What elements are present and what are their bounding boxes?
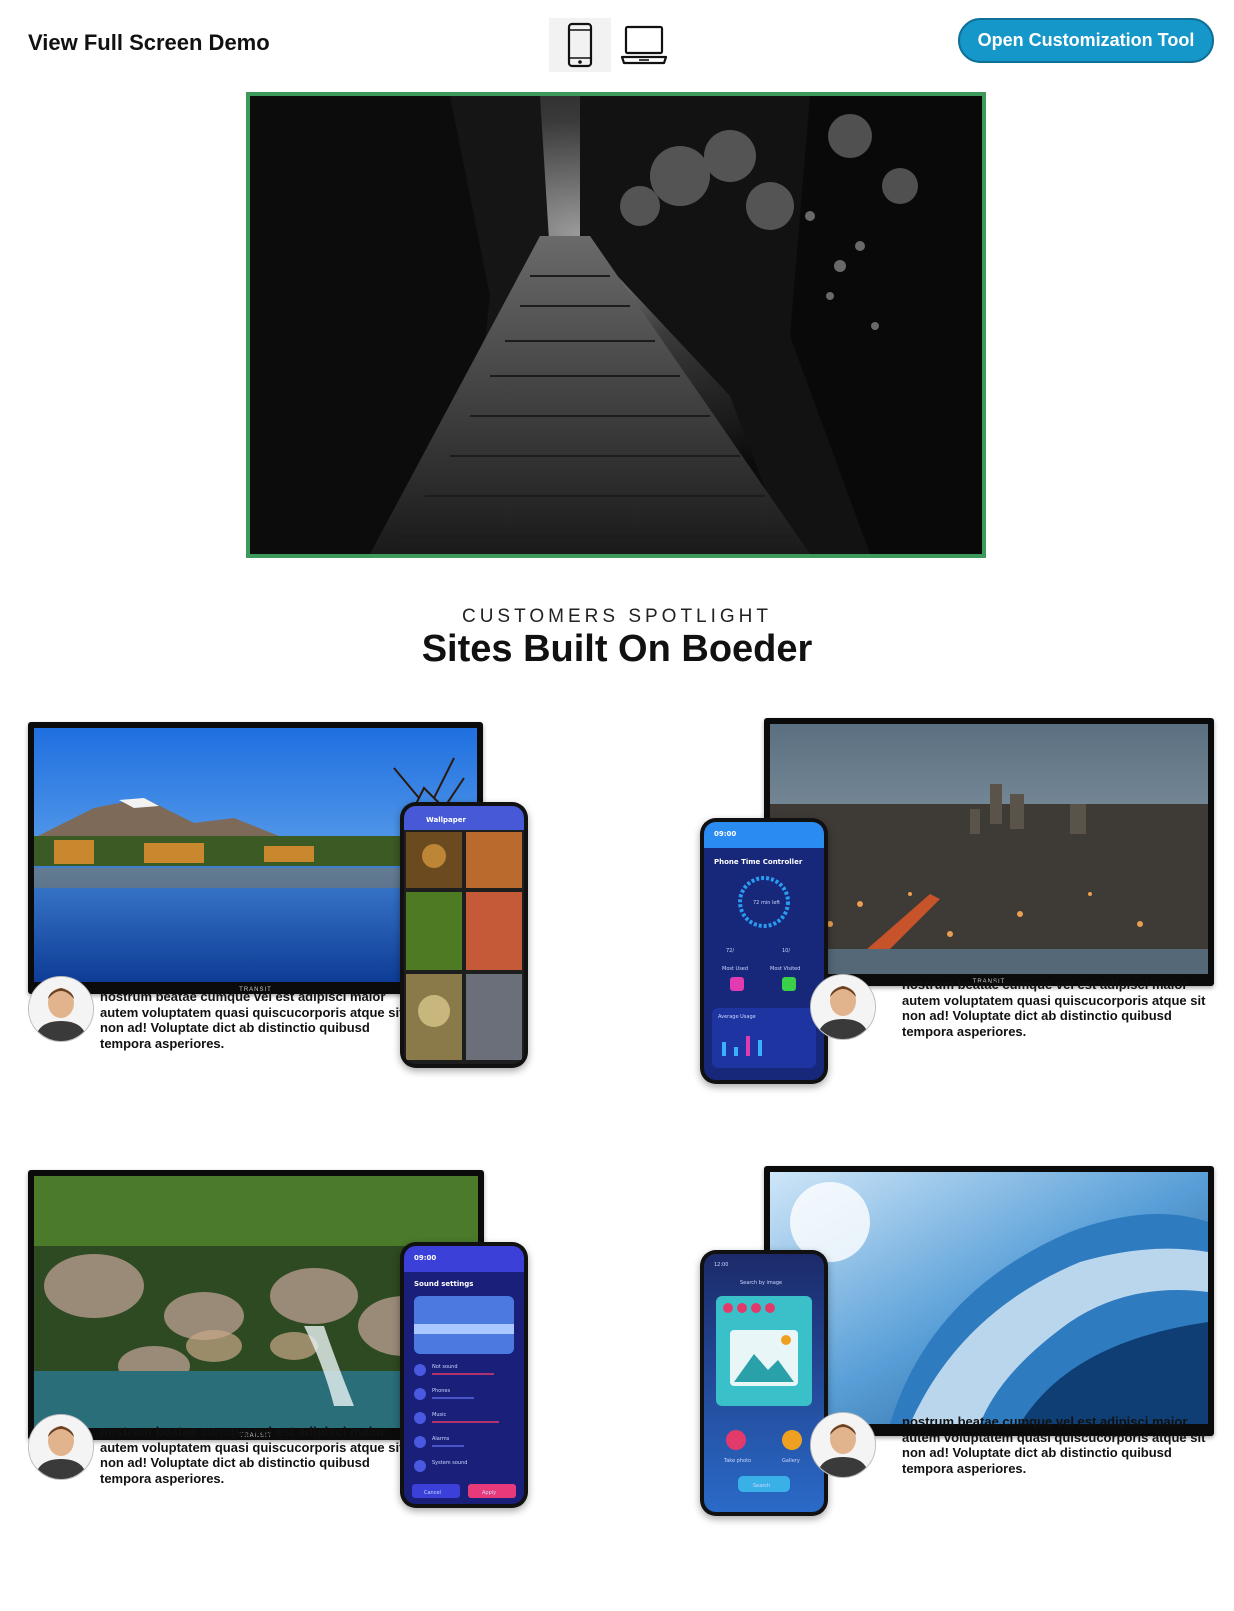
device-switcher — [549, 18, 677, 72]
phone-status-time: 09:00 — [414, 1254, 436, 1262]
usage-label: Average Usage — [718, 1014, 756, 1020]
phone-screen-time-controller-app: 09:00 Phone Time Controller 72 min left … — [704, 822, 824, 1080]
gauge-label: 72 min left — [753, 900, 780, 906]
phone-mockup: Wallpaper — [400, 802, 528, 1068]
testimonial-text: nostrum beatae cumque vel est adipisci m… — [902, 1414, 1206, 1476]
phone-screen-wallpaper-app: Wallpaper — [404, 806, 524, 1064]
sound-row-label: Not sound — [432, 1364, 458, 1370]
search-button-label: Search — [753, 1483, 770, 1489]
phone-app-title: Phone Time Controller — [714, 858, 803, 866]
phone-mockup: 09:00 Sound settings Not sound Phones Mu… — [400, 1242, 528, 1508]
testimonial-text: nostrum beatae cumque vel est adipisci m… — [902, 977, 1206, 1039]
mobile-view-button[interactable] — [549, 18, 611, 72]
avatar — [810, 974, 876, 1040]
view-full-screen-demo-link[interactable]: View Full Screen Demo — [28, 30, 270, 56]
sound-row-label: Alarms — [432, 1436, 450, 1442]
desktop-view-button[interactable] — [611, 18, 677, 72]
stat-b: 10/ — [782, 948, 790, 954]
sound-row-label: Music — [432, 1412, 446, 1418]
laptop-icon — [620, 25, 668, 65]
tv-screen-ocean-wave — [770, 1172, 1208, 1424]
testimonial-text: nostrum beatae cumque vel est adipisci m… — [100, 1424, 404, 1486]
most-used-label: Most Used — [722, 966, 748, 972]
section-title: Sites Built On Boeder — [421, 628, 813, 670]
phone-screen-sound-settings-app: 09:00 Sound settings Not sound Phones Mu… — [404, 1246, 524, 1504]
phone-status-time: 12:00 — [714, 1262, 728, 1268]
avatar — [28, 976, 94, 1042]
sound-row-label: Phones — [432, 1388, 450, 1394]
hero-image-frame — [246, 92, 986, 558]
hero-image-forest-stairway — [250, 96, 982, 554]
showcase-card: TRANSIT Wallpaper nostrum beatae cumque … — [28, 722, 588, 1102]
open-customization-tool-button[interactable]: Open Customization Tool — [958, 18, 1214, 63]
apply-button-label: Apply — [482, 1490, 496, 1496]
phone-app-title: Search by image — [740, 1280, 782, 1286]
showcase-card: 12:00 Search by image Take photo Gallery… — [654, 1166, 1214, 1550]
phone-app-title: Sound settings — [414, 1280, 473, 1288]
tv-mockup — [764, 1166, 1214, 1436]
avatar — [28, 1414, 94, 1480]
phone-screen-image-search-app: 12:00 Search by image Take photo Gallery… — [704, 1254, 824, 1512]
showcase-card: TRANSIT 09:00 Sound settings Not sound P… — [28, 1170, 588, 1550]
sound-row-label: System sound — [432, 1460, 467, 1466]
most-visited-label: Most Visited — [770, 966, 800, 972]
stat-a: 72/ — [726, 948, 734, 954]
phone-mockup: 12:00 Search by image Take photo Gallery… — [700, 1250, 828, 1516]
tv-screen-city-skyline — [770, 724, 1208, 974]
tv-mockup: TRANSIT — [764, 718, 1214, 986]
showcase-card: TRANSIT 09:00 Phone Time Controller 72 m… — [654, 718, 1214, 1102]
section-eyebrow: CUSTOMERS SPOTLIGHT — [461, 606, 772, 627]
phone-mockup: 09:00 Phone Time Controller 72 min left … — [700, 818, 828, 1084]
phone-status-time: 09:00 — [714, 830, 736, 838]
testimonial-text: nostrum beatae cumque vel est adipisci m… — [100, 989, 404, 1051]
take-photo-label: Take photo — [723, 1458, 751, 1464]
avatar — [810, 1412, 876, 1478]
gallery-label: Gallery — [782, 1458, 800, 1464]
cancel-button-label: Cancel — [424, 1490, 441, 1496]
mobile-phone-icon — [567, 22, 593, 68]
phone-app-title: Wallpaper — [426, 816, 466, 824]
